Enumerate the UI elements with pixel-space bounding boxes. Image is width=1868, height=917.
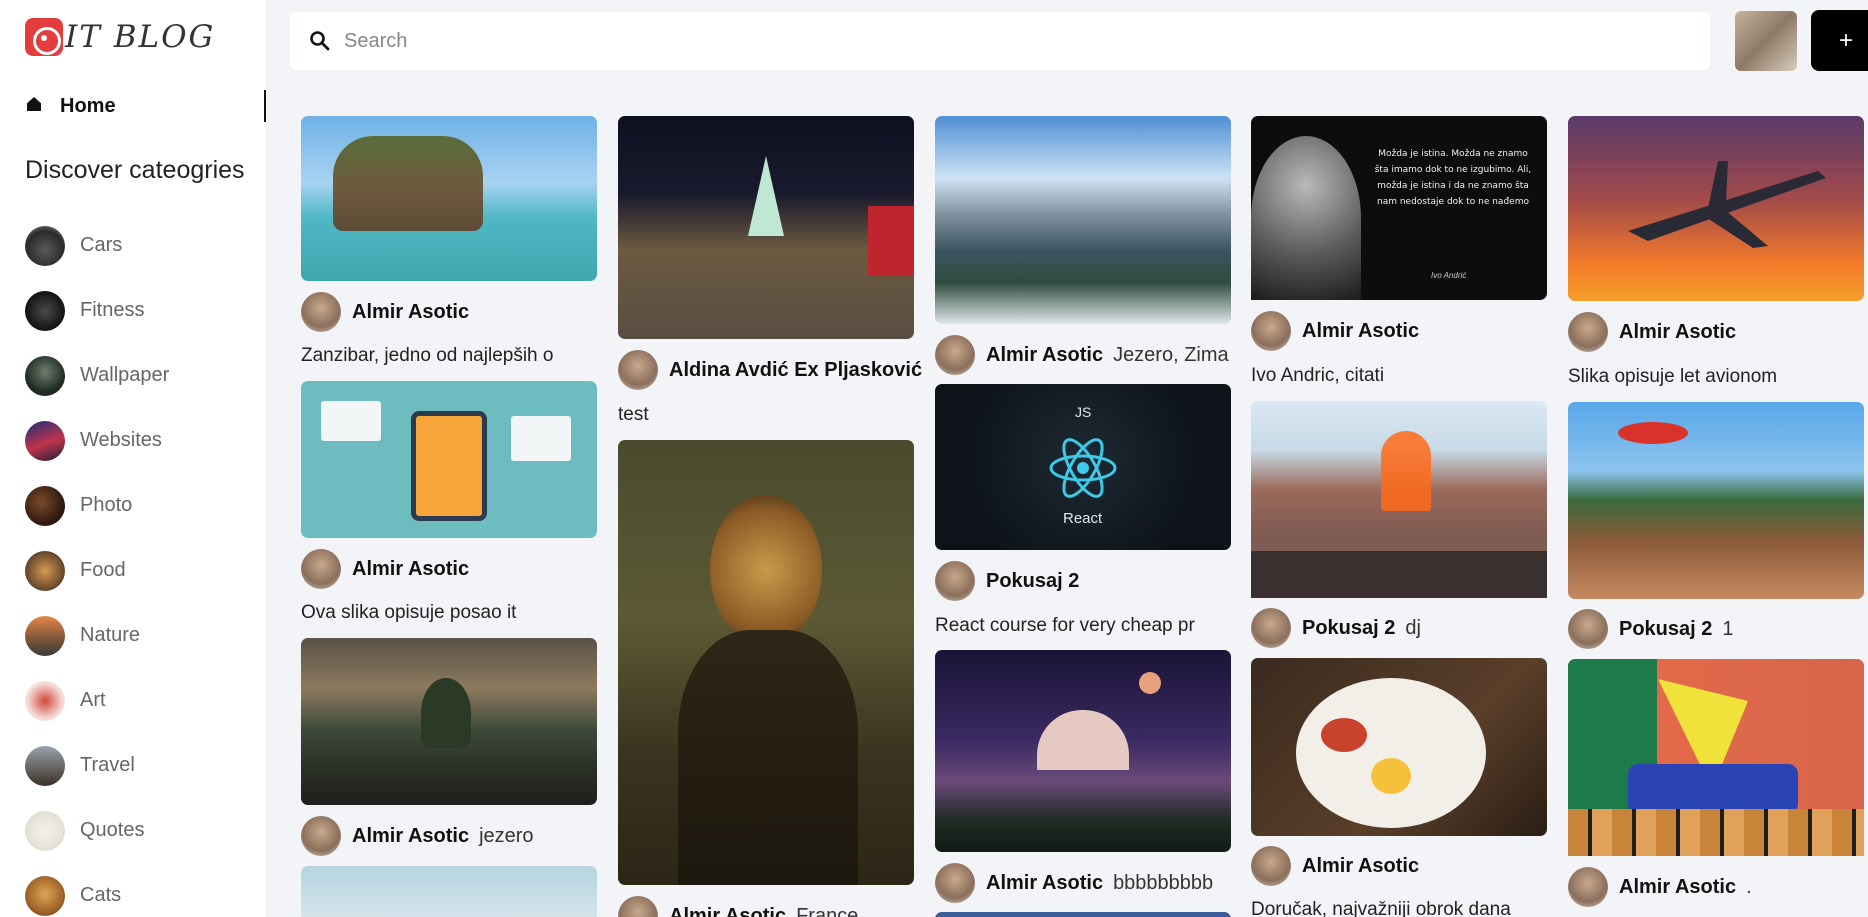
pin-author[interactable]: Almir Asotic France: [618, 896, 858, 917]
author-name: Almir Asotic: [1619, 320, 1737, 343]
author-name: Almir Asotic: [1302, 319, 1420, 342]
avatar: [1251, 311, 1291, 351]
pin-image[interactable]: [935, 912, 1231, 917]
quote-text: Možda je istina. Možda ne znamo šta imam…: [1374, 149, 1532, 207]
pin-caption: Doručak, najvažniji obrok dana: [1251, 899, 1511, 917]
pin-feed: Almir Asotic Zanzibar, jedno od najlepši…: [0, 0, 1868, 917]
pin-author[interactable]: Almir Asotic jezero: [301, 816, 534, 856]
pin-image[interactable]: [301, 116, 597, 281]
pin-image[interactable]: Možda je istina. Možda ne znamo šta imam…: [1251, 116, 1547, 300]
pin-tag: France: [796, 904, 859, 917]
pin-caption: Ova slika opisuje posao it: [301, 602, 517, 623]
avatar: [1568, 609, 1608, 649]
pin-author[interactable]: Pokusaj 2 dj: [1251, 608, 1421, 648]
author-name: Almir Asotic: [352, 300, 470, 323]
pin-tag: Jezero, Zima: [1113, 343, 1229, 366]
pin-author[interactable]: Pokusaj 2: [935, 561, 1079, 601]
avatar: [301, 816, 341, 856]
pin-image[interactable]: [1568, 659, 1864, 856]
avatar: [935, 561, 975, 601]
pin-image[interactable]: [301, 866, 597, 917]
avatar: [1251, 846, 1291, 886]
pin-author[interactable]: Almir Asotic: [301, 549, 469, 589]
pin-image[interactable]: [618, 116, 914, 339]
avatar: [1568, 867, 1608, 907]
author-name: Almir Asotic: [669, 904, 787, 917]
pin-tag: .: [1746, 875, 1752, 898]
author-name: Almir Asotic: [986, 343, 1104, 366]
pin-image[interactable]: [1568, 402, 1864, 599]
pin-image[interactable]: [618, 440, 914, 885]
pin-image[interactable]: [1251, 401, 1547, 598]
author-name: Pokusaj 2: [1302, 616, 1396, 639]
pin-image[interactable]: React JS: [935, 384, 1231, 550]
pin-author[interactable]: Pokusaj 2 1: [1568, 609, 1734, 649]
js-label: JS: [1075, 404, 1092, 420]
quote-author: Ivo Andrić: [1431, 271, 1467, 280]
pin-author[interactable]: Aldina Avdić Ex Pljasković: [618, 350, 922, 390]
pin-author[interactable]: Almir Asotic .: [1568, 867, 1752, 907]
pin-caption: React course for very cheap pr: [935, 615, 1195, 636]
pin-image[interactable]: [935, 650, 1231, 852]
pin-author[interactable]: Almir Asotic: [1568, 312, 1736, 352]
author-name: Almir Asotic: [352, 557, 470, 580]
author-name: Almir Asotic: [986, 871, 1104, 894]
pin-author[interactable]: Almir Asotic: [301, 292, 469, 332]
avatar: [618, 896, 658, 917]
pin-caption: Zanzibar, jedno od najlepših o: [301, 345, 554, 366]
author-name: Almir Asotic: [352, 824, 470, 847]
avatar: [301, 292, 341, 332]
author-name: Almir Asotic: [1302, 854, 1420, 877]
author-name: Pokusaj 2: [1619, 617, 1713, 640]
pin-image[interactable]: [1251, 658, 1547, 836]
pin-image[interactable]: [301, 638, 597, 805]
avatar: [1251, 608, 1291, 648]
react-label: React: [1063, 510, 1103, 527]
avatar: [1568, 312, 1608, 352]
pin-author[interactable]: Almir Asotic bbbbbbbbb: [935, 863, 1213, 903]
pin-image[interactable]: [301, 381, 597, 538]
author-name: Almir Asotic: [1619, 875, 1737, 898]
avatar: [301, 549, 341, 589]
pin-caption: test: [618, 404, 649, 425]
pin-tag: dj: [1405, 616, 1421, 639]
avatar: [935, 335, 975, 375]
author-name: Aldina Avdić Ex Pljasković: [669, 358, 923, 381]
pin-tag: 1: [1722, 617, 1734, 640]
pin-tag: bbbbbbbbb: [1113, 871, 1214, 894]
pin-caption: Ivo Andric, citati: [1251, 365, 1385, 386]
pin-tag: jezero: [479, 824, 534, 847]
author-name: Pokusaj 2: [986, 569, 1080, 592]
avatar: [618, 350, 658, 390]
pin-author[interactable]: Almir Asotic Jezero, Zima: [935, 335, 1229, 375]
pin-author[interactable]: Almir Asotic: [1251, 846, 1419, 886]
pin-image[interactable]: [935, 116, 1231, 324]
pin-image[interactable]: [1568, 116, 1864, 301]
pin-author[interactable]: Almir Asotic: [1251, 311, 1419, 351]
pin-caption: Slika opisuje let avionom: [1568, 366, 1778, 387]
avatar: [935, 863, 975, 903]
airplane-icon: [1628, 161, 1826, 248]
